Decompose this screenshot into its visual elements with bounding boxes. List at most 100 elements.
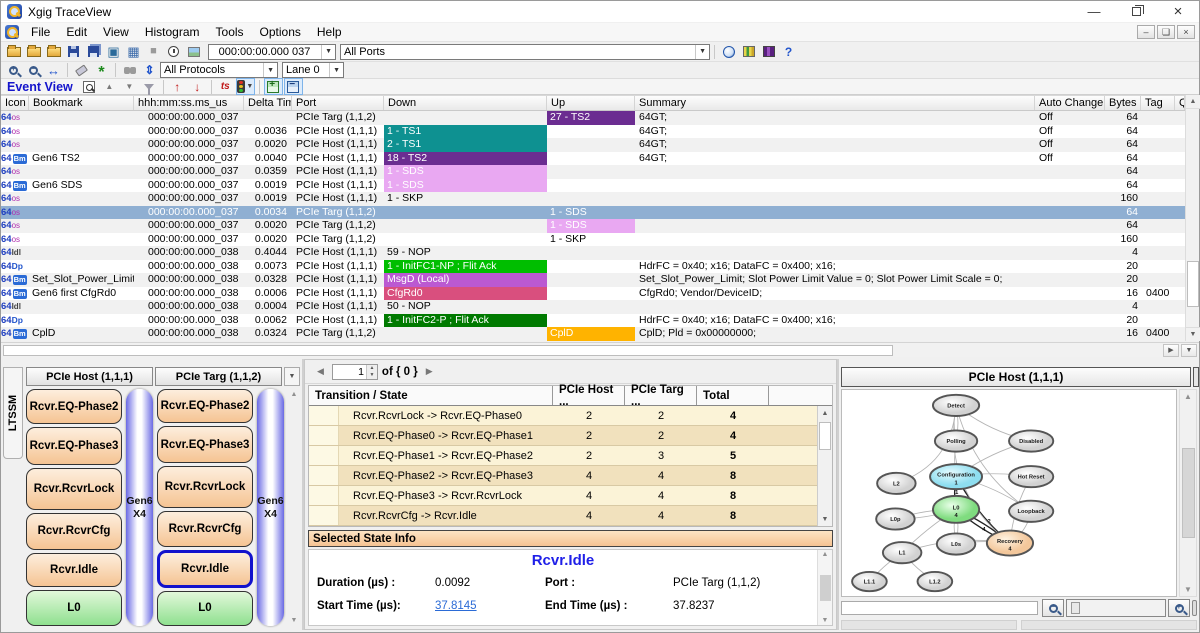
chevron-down-icon[interactable]: ▼ — [246, 83, 253, 90]
protocols-combo[interactable]: All Protocols ▼ — [160, 62, 278, 78]
table-row[interactable]: 64Idl000:00:00.000_0380.0004PCIe Host (1… — [1, 300, 1185, 314]
column-header-bookmark[interactable]: Bookmark — [29, 96, 134, 110]
zoom-fit-button[interactable]: ↔ — [44, 62, 63, 79]
split-view-button[interactable]: ▼ — [1181, 344, 1197, 357]
open-trace-button[interactable] — [4, 43, 23, 60]
column-header-summary[interactable]: Summary — [635, 96, 1035, 110]
ltssm-node-l1-1[interactable]: L1.1 — [852, 572, 887, 591]
table-row[interactable]: 64BmGen6 SDS000:00:00.000_0370.0019PCIe … — [1, 179, 1185, 193]
locate-event-button[interactable] — [80, 78, 99, 95]
table-row[interactable]: 64Dp000:00:00.000_0380.0062PCIe Host (1,… — [1, 314, 1185, 328]
prev-event-button[interactable]: ▲ — [100, 78, 119, 95]
tag-button[interactable] — [72, 62, 91, 79]
menu-help[interactable]: Help — [309, 24, 350, 40]
ltssm-node-configuration[interactable]: Configuration1 — [930, 464, 982, 489]
pager-next-icon[interactable]: ▶ — [422, 366, 437, 377]
transition-row[interactable]: Rcvr.EQ-Phase2 -> Rcvr.EQ-Phase3448 — [309, 466, 817, 486]
next-event-button[interactable]: ▼ — [120, 78, 139, 95]
menu-view[interactable]: View — [95, 24, 137, 40]
transition-col-host[interactable]: PCIe Host ... — [553, 386, 625, 405]
table-row[interactable]: 64BmSet_Slot_Power_Limit000:00:00.000_03… — [1, 273, 1185, 287]
time-info-button[interactable] — [719, 43, 738, 60]
transition-col-targ[interactable]: PCIe Targ ... — [625, 386, 697, 405]
filter-button[interactable] — [140, 78, 159, 95]
ltssm-state-host-rcvr-rcvrlock[interactable]: Rcvr.RcvrLock — [26, 468, 122, 510]
table-row[interactable]: 64os000:00:00.000_0370.0359PCIe Host (1,… — [1, 165, 1185, 179]
ltssm-node-loopback[interactable]: Loopback — [1009, 501, 1053, 522]
ltssm-node-detect[interactable]: Detect — [933, 395, 979, 416]
open-capture-button[interactable] — [24, 43, 43, 60]
menu-options[interactable]: Options — [252, 24, 309, 40]
time-reference-button[interactable]: ts — [216, 78, 235, 95]
ltssm-host-header[interactable]: PCIe Host (1,1,1) — [26, 367, 153, 386]
table-vertical-scrollbar[interactable]: ▲ ▼ — [1185, 95, 1199, 341]
ltssm-state-host-rcvr-eq-phase3[interactable]: Rcvr.EQ-Phase3 — [26, 427, 122, 465]
ltssm-node-l0[interactable]: L04 — [933, 496, 979, 523]
scroll-down-icon[interactable]: ▼ — [818, 512, 832, 526]
ltssm-node-l0p[interactable]: L0p — [876, 508, 915, 529]
spin-down-icon[interactable]: ▼ — [367, 372, 377, 379]
pager-spinbox[interactable]: 1 ▲▼ — [332, 364, 378, 380]
diagram-horizontal-scrollbar[interactable] — [841, 601, 1038, 615]
selected-state-info-header[interactable]: Selected State Info — [308, 530, 833, 547]
zoom-slider[interactable] — [1066, 599, 1166, 617]
add-marker-button[interactable]: * — [92, 62, 111, 79]
ltssm-node-l0s[interactable]: L0s — [937, 533, 976, 554]
menu-file[interactable]: File — [23, 24, 58, 40]
transition-row[interactable]: Rcvr.EQ-Phase0 -> Rcvr.EQ-Phase1224 — [309, 426, 817, 446]
zoom-in-button[interactable] — [1168, 599, 1190, 617]
zoom-out-button[interactable] — [1042, 599, 1064, 617]
ltssm-state-targ-rcvr-eq-phase2[interactable]: Rcvr.EQ-Phase2 — [157, 389, 253, 423]
zoom-in-button[interactable] — [4, 62, 23, 79]
menu-edit[interactable]: Edit — [58, 24, 95, 40]
jump-next-button[interactable]: ↓ — [188, 78, 207, 95]
transition-row[interactable]: Rcvr.RcvrLock -> Rcvr.EQ-Phase0224 — [309, 406, 817, 426]
table-row[interactable]: 64os000:00:00.000_0370.0034PCIe Targ (1,… — [1, 206, 1185, 220]
ltssm-targ-header[interactable]: PCIe Targ (1,1,2) — [155, 367, 282, 386]
trigger-button[interactable]: ▼ — [236, 78, 255, 95]
protocol-view-button[interactable] — [759, 43, 778, 60]
table-row[interactable]: 64os000:00:00.000_0370.0020PCIe Host (1,… — [1, 138, 1185, 152]
table-row[interactable]: 64Dp000:00:00.000_0380.0073PCIe Host (1,… — [1, 260, 1185, 274]
ltssm-state-host-rcvr-eq-phase2[interactable]: Rcvr.EQ-Phase2 — [26, 389, 122, 424]
scroll-up-icon[interactable]: ▲ — [822, 551, 829, 558]
diagram-header-next[interactable] — [1193, 367, 1199, 387]
zoom-out-button[interactable] — [24, 62, 43, 79]
scroll-down-icon[interactable]: ▼ — [1184, 585, 1192, 594]
scrollbar-thumb[interactable] — [1187, 261, 1199, 307]
grid-view-button[interactable]: ▦ — [124, 43, 143, 60]
jump-prev-button[interactable]: ↑ — [168, 78, 187, 95]
table-row[interactable]: 64os000:00:00.000_0370.0036PCIe Host (1,… — [1, 125, 1185, 139]
ltssm-node-polling[interactable]: Polling — [935, 430, 977, 451]
mdi-restore-button[interactable]: ❏ — [1157, 25, 1175, 39]
ltssm-state-targ-rcvr-eq-phase3[interactable]: Rcvr.EQ-Phase3 — [157, 426, 253, 463]
ltssm-state-host-rcvr-idle[interactable]: Rcvr.Idle — [26, 553, 122, 587]
start-time-link[interactable]: 37.8145 — [435, 600, 545, 612]
transition-col-state[interactable]: Transition / State — [309, 386, 553, 405]
ltssm-diagram[interactable]: 124 DetectPollingDisabledConfiguration1H… — [841, 389, 1177, 597]
column-header-port[interactable]: Port — [292, 96, 384, 110]
ltssm-node-l2[interactable]: L2 — [877, 473, 916, 494]
table-row[interactable]: 64os000:00:00.000_0370.0020PCIe Targ (1,… — [1, 219, 1185, 233]
zoom-slider-thumb[interactable] — [1071, 602, 1080, 614]
sync-scroll-button[interactable]: ⇕ — [140, 62, 159, 79]
table-horizontal-scrollbar[interactable]: ▶ ▼ — [1, 342, 1199, 357]
scroll-down-icon[interactable]: ▼ — [822, 617, 829, 624]
table-row[interactable]: 64Idl000:00:00.000_0380.4044PCIe Host (1… — [1, 246, 1185, 260]
scroll-down-icon[interactable]: ▼ — [291, 617, 298, 624]
open-recent-button[interactable] — [44, 43, 63, 60]
ltssm-state-host-l0[interactable]: L0 — [26, 590, 122, 626]
menu-histogram[interactable]: Histogram — [137, 24, 208, 40]
diagram-header[interactable]: PCIe Host (1,1,1) — [841, 367, 1191, 387]
expand-fields-button[interactable] — [264, 78, 283, 95]
ltssm-state-targ-rcvr-idle[interactable]: Rcvr.Idle — [157, 550, 253, 587]
scrollbar-thumb[interactable] — [3, 345, 893, 356]
pager-prev-icon[interactable]: ◀ — [313, 366, 328, 377]
mdi-close-button[interactable]: × — [1177, 25, 1195, 39]
transition-row[interactable]: Rcvr.RcvrCfg -> Rcvr.Idle448 — [309, 506, 817, 526]
column-header-time[interactable]: hhh:mm:ss.ms_us — [134, 96, 244, 110]
stop-button[interactable]: ■ — [144, 43, 163, 60]
scroll-down-icon[interactable]: ▼ — [1186, 327, 1200, 341]
column-header-qu[interactable]: Qu — [1175, 96, 1185, 110]
ltssm-scroll-hints[interactable]: ▲▼ — [288, 389, 300, 626]
